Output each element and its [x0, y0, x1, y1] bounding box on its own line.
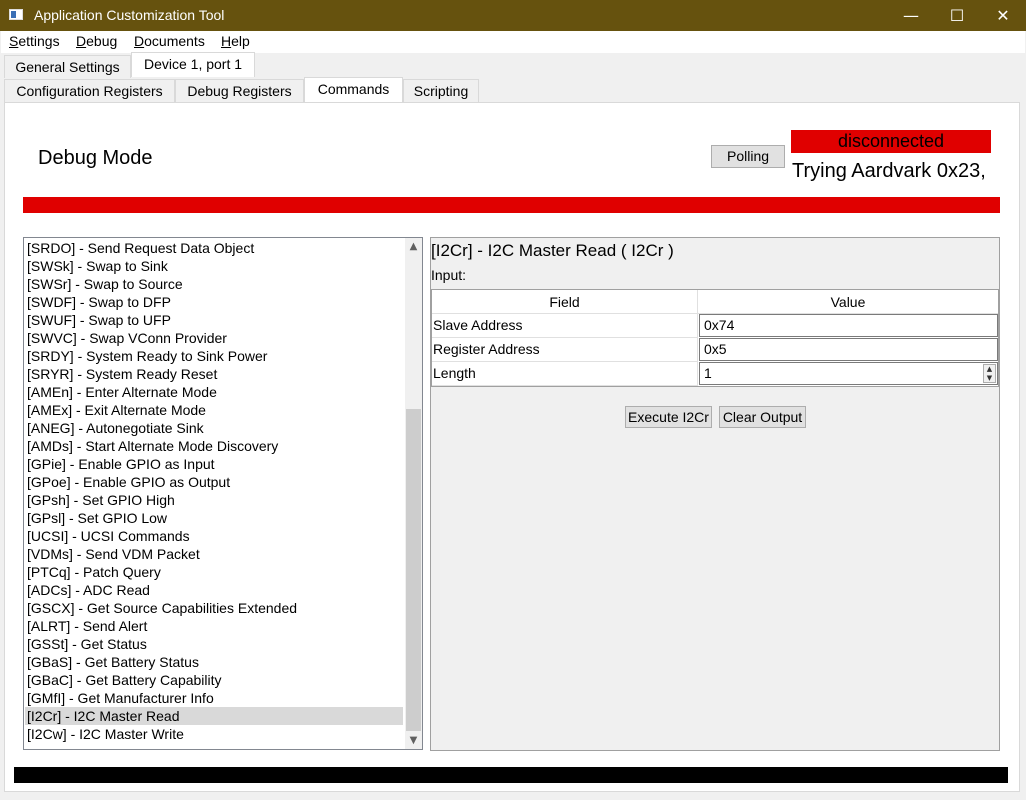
list-item[interactable]: [GPie] - Enable GPIO as Input [27, 455, 215, 473]
mode-title: Debug Mode [38, 147, 153, 169]
length-stepper[interactable]: 1 ▲ ▼ [699, 362, 998, 385]
list-item[interactable]: [SRDO] - Send Request Data Object [27, 239, 254, 257]
menu-documents[interactable]: Documents [134, 33, 205, 49]
list-item[interactable]: [I2Cw] - I2C Master Write [27, 725, 184, 743]
menu-bar: Settings Debug Documents Help [1, 31, 1025, 53]
commands-panel: Debug Mode Polling disconnected Trying A… [4, 102, 1020, 792]
menu-settings[interactable]: Settings [9, 33, 60, 49]
status-bar-red [23, 197, 1000, 213]
list-item[interactable]: [SRDY] - System Ready to Sink Power [27, 347, 267, 365]
list-item[interactable]: [ALRT] - Send Alert [27, 617, 147, 635]
list-item[interactable]: [GMfI] - Get Manufacturer Info [27, 689, 214, 707]
maximize-button[interactable]: ☐ [934, 0, 980, 31]
register-address-input[interactable]: 0x5 [699, 338, 998, 361]
menu-help[interactable]: Help [221, 33, 250, 49]
app-icon [9, 9, 23, 20]
status-message: Trying Aardvark 0x23, [792, 160, 986, 182]
list-item[interactable]: [SWSk] - Swap to Sink [27, 257, 168, 275]
param-label-length: Length [432, 362, 698, 386]
list-item[interactable]: [UCSI] - UCSI Commands [27, 527, 190, 545]
list-item[interactable]: [SWDF] - Swap to DFP [27, 293, 171, 311]
title-bar: Application Customization Tool — ☐ ✕ [0, 0, 1026, 31]
spin-down-icon[interactable]: ▼ [984, 374, 995, 383]
tab-scripting[interactable]: Scripting [403, 79, 479, 102]
polling-button[interactable]: Polling [711, 145, 785, 168]
parameter-table: Field Value Slave Address 0x74 Register … [431, 289, 999, 387]
input-label: Input: [431, 267, 467, 283]
scroll-thumb[interactable] [406, 409, 421, 731]
command-list[interactable]: [SRDO] - Send Request Data Object [SWSk] … [23, 237, 423, 750]
param-label-register-address: Register Address [432, 338, 698, 362]
tab-commands[interactable]: Commands [304, 77, 403, 102]
length-value: 1 [704, 365, 712, 381]
list-item[interactable]: [AMEn] - Enter Alternate Mode [27, 383, 217, 401]
tab-configuration-registers[interactable]: Configuration Registers [4, 79, 175, 102]
connection-status: disconnected [791, 130, 991, 153]
list-item[interactable]: [GSSt] - Get Status [27, 635, 147, 653]
device-tabs: General Settings Device 1, port 1 [1, 52, 1025, 78]
column-header-field: Field [432, 290, 698, 314]
list-item[interactable]: [SWSr] - Swap to Source [27, 275, 183, 293]
list-item[interactable]: [GBaC] - Get Battery Capability [27, 671, 222, 689]
list-item[interactable]: [SRYR] - System Ready Reset [27, 365, 217, 383]
list-item[interactable]: [ADCs] - ADC Read [27, 581, 150, 599]
list-item[interactable]: [GPsl] - Set GPIO Low [27, 509, 167, 527]
close-button[interactable]: ✕ [980, 0, 1026, 31]
menu-debug[interactable]: Debug [76, 33, 117, 49]
param-label-slave-address: Slave Address [432, 314, 698, 338]
command-detail: [I2Cr] - I2C Master Read ( I2Cr ) Input:… [430, 237, 1000, 751]
window-title: Application Customization Tool [34, 7, 225, 23]
execute-button[interactable]: Execute I2Cr [625, 406, 712, 428]
spin-up-icon[interactable]: ▲ [984, 365, 995, 374]
list-item[interactable]: [SWVC] - Swap VConn Provider [27, 329, 227, 347]
slave-address-input[interactable]: 0x74 [699, 314, 998, 337]
tab-general-settings[interactable]: General Settings [4, 55, 131, 78]
clear-output-button[interactable]: Clear Output [719, 406, 806, 428]
list-item[interactable]: [VDMs] - Send VDM Packet [27, 545, 200, 563]
minimize-button[interactable]: — [888, 0, 934, 31]
tab-device-1-port-1[interactable]: Device 1, port 1 [131, 52, 255, 77]
scroll-down-icon[interactable]: ▼ [405, 732, 422, 749]
tab-debug-registers[interactable]: Debug Registers [175, 79, 304, 102]
length-spinner[interactable]: ▲ ▼ [983, 364, 996, 383]
list-item[interactable]: [SWUF] - Swap to UFP [27, 311, 171, 329]
list-item[interactable]: [GSCX] - Get Source Capabilities Extende… [27, 599, 297, 617]
list-item[interactable]: [AMEx] - Exit Alternate Mode [27, 401, 206, 419]
list-scrollbar[interactable]: ▲ ▼ [405, 238, 422, 749]
list-item[interactable]: [GPsh] - Set GPIO High [27, 491, 175, 509]
command-title: [I2Cr] - I2C Master Read ( I2Cr ) [431, 241, 674, 260]
list-item[interactable]: [PTCq] - Patch Query [27, 563, 161, 581]
list-item[interactable]: [I2Cr] - I2C Master Read [25, 707, 403, 725]
list-item[interactable]: [GBaS] - Get Battery Status [27, 653, 199, 671]
list-item[interactable]: [GPoe] - Enable GPIO as Output [27, 473, 230, 491]
list-item[interactable]: [ANEG] - Autonegotiate Sink [27, 419, 204, 437]
list-item[interactable]: [AMDs] - Start Alternate Mode Discovery [27, 437, 278, 455]
device-sub-tabs: Configuration Registers Debug Registers … [1, 77, 1025, 102]
scroll-up-icon[interactable]: ▲ [405, 238, 422, 255]
output-bar [14, 767, 1008, 783]
column-header-value: Value [698, 290, 998, 314]
